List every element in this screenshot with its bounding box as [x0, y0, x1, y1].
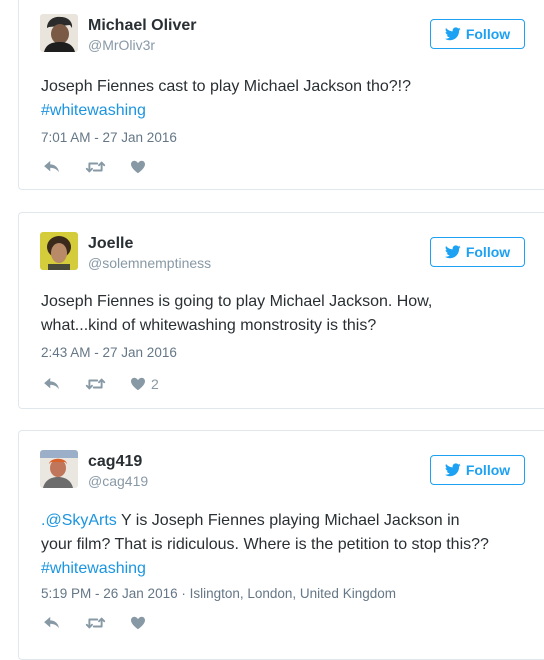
tweet-text: Joseph Fiennes is going to play Michael …	[41, 290, 539, 338]
retweet-button[interactable]	[85, 160, 106, 174]
timestamp[interactable]: 5:19 PM - 26 Jan 2016 · Islington, Londo…	[41, 586, 396, 601]
follow-button[interactable]: Follow	[430, 237, 525, 267]
retweet-icon	[85, 377, 106, 391]
reply-button[interactable]	[43, 616, 61, 630]
tweet-card: Michael Oliver @MrOliv3r Follow Joseph F…	[18, 0, 544, 190]
tweet-actions	[43, 160, 170, 174]
mention-link[interactable]: .@SkyArts	[41, 512, 117, 529]
tweet-actions	[43, 616, 170, 630]
hashtag-link[interactable]: #whitewashing	[41, 560, 146, 577]
retweet-icon	[85, 160, 106, 174]
author-handle[interactable]: @MrOliv3r	[88, 37, 155, 53]
tweet-text-line: your film? That is ridiculous. Where is …	[41, 536, 489, 553]
hashtag-link[interactable]: #whitewashing	[41, 102, 146, 119]
heart-icon	[130, 160, 146, 174]
timestamp[interactable]: 2:43 AM - 27 Jan 2016	[41, 345, 177, 360]
tweet-text-line: Joseph Fiennes is going to play Michael …	[41, 293, 433, 310]
tweet-text-line: what...kind of whitewashing monstrosity …	[41, 317, 377, 334]
tweet-card: Joelle @solemnemptiness Follow Joseph Fi…	[18, 212, 544, 409]
tweet-card: cag419 @cag419 Follow .@SkyArts Y is Jos…	[18, 430, 544, 660]
follow-label: Follow	[465, 26, 511, 42]
author-name[interactable]: Michael Oliver	[88, 17, 197, 35]
like-count: 2	[151, 376, 159, 392]
heart-icon	[130, 616, 146, 630]
author-name[interactable]: Joelle	[88, 235, 133, 253]
like-button[interactable]	[130, 160, 146, 174]
tweet-text: Joseph Fiennes cast to play Michael Jack…	[41, 75, 539, 123]
follow-button[interactable]: Follow	[430, 455, 525, 485]
author-handle[interactable]: @cag419	[88, 473, 148, 489]
reply-icon	[43, 616, 61, 630]
avatar[interactable]	[40, 232, 78, 270]
tweet-actions: 2	[43, 376, 183, 392]
avatar[interactable]	[40, 14, 78, 52]
tweet-text-line: Y is Joseph Fiennes playing Michael Jack…	[116, 512, 460, 529]
reply-icon	[43, 377, 61, 391]
reply-button[interactable]	[43, 160, 61, 174]
follow-button[interactable]: Follow	[430, 19, 525, 49]
twitter-bird-icon	[445, 463, 461, 477]
author-name[interactable]: cag419	[88, 453, 142, 471]
reply-icon	[43, 160, 61, 174]
timestamp[interactable]: 7:01 AM - 27 Jan 2016	[41, 130, 177, 145]
retweet-icon	[85, 616, 106, 630]
tweet-text-line: Joseph Fiennes cast to play Michael Jack…	[41, 78, 411, 95]
avatar[interactable]	[40, 450, 78, 488]
follow-label: Follow	[465, 462, 511, 478]
author-handle[interactable]: @solemnemptiness	[88, 255, 211, 271]
heart-icon	[130, 377, 146, 391]
twitter-bird-icon	[445, 27, 461, 41]
retweet-button[interactable]	[85, 616, 106, 630]
follow-label: Follow	[465, 244, 511, 260]
like-button[interactable]: 2	[130, 376, 159, 392]
retweet-button[interactable]	[85, 377, 106, 391]
tweet-text: .@SkyArts Y is Joseph Fiennes playing Mi…	[41, 509, 539, 581]
like-button[interactable]	[130, 616, 146, 630]
reply-button[interactable]	[43, 377, 61, 391]
twitter-bird-icon	[445, 245, 461, 259]
